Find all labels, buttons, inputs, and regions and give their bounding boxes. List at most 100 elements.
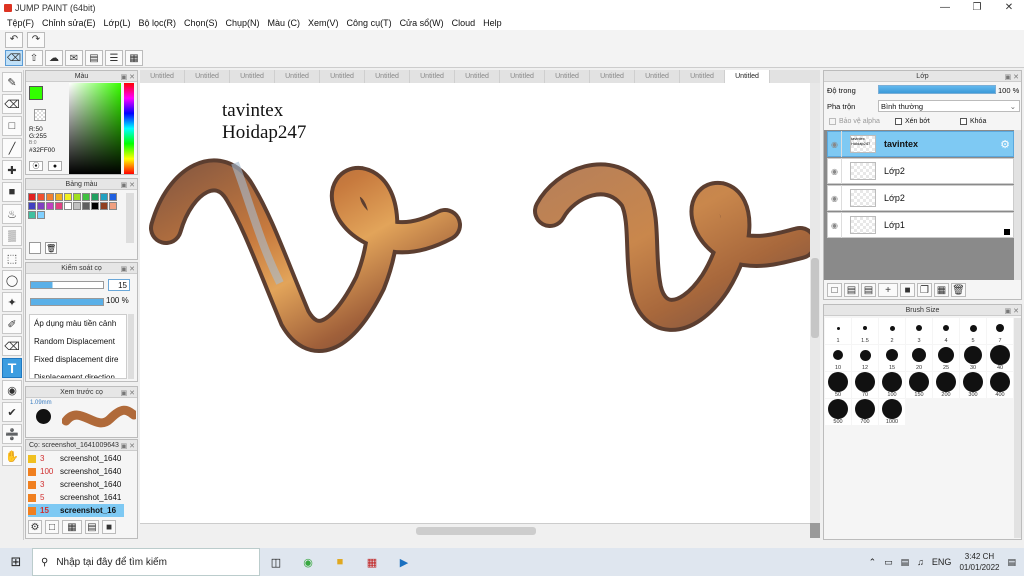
color-swatch[interactable] xyxy=(82,193,90,201)
layer-row[interactable]: ◉ Lớp2 xyxy=(827,158,1014,184)
grid-icon[interactable]: ▦ xyxy=(125,50,143,66)
layer-panel-scrollbar[interactable] xyxy=(1014,130,1021,280)
menu-file[interactable]: Tệp(F) xyxy=(3,18,38,28)
brush-size-option[interactable]: 20 xyxy=(906,345,932,371)
notification-icon[interactable]: ▤ xyxy=(1007,557,1016,568)
panel-buttons-icon[interactable]: ▣ ✕ xyxy=(121,72,135,83)
menu-capture[interactable]: Chụp(N) xyxy=(222,18,264,28)
canvas-horizontal-scrollbar[interactable] xyxy=(140,523,810,538)
color-swatch[interactable] xyxy=(28,193,36,201)
brush-size-option[interactable]: 150 xyxy=(906,372,932,398)
jump-paint-taskbar-icon[interactable]: ▦ xyxy=(356,548,388,576)
menu-help[interactable]: Help xyxy=(479,18,506,28)
folder-icon[interactable]: ■ xyxy=(900,283,915,297)
menu-edit[interactable]: Chỉnh sửa(E) xyxy=(38,18,100,28)
lasso-tool-icon[interactable]: ◯ xyxy=(2,270,22,290)
volume-icon[interactable]: ♫ xyxy=(917,557,924,567)
copy-layer-icon[interactable]: ▤ xyxy=(861,283,876,297)
color-swatch[interactable] xyxy=(28,211,36,219)
delete-swatch-icon[interactable]: 🗑 xyxy=(45,242,57,254)
color-swatch[interactable] xyxy=(82,202,90,210)
eyedropper-icon[interactable]: ⦿ xyxy=(29,161,43,171)
select-rect-tool-icon[interactable]: ⬚ xyxy=(2,248,22,268)
background-color-swatch[interactable] xyxy=(34,109,46,121)
brush-list-item[interactable]: 5 screenshot_1641 xyxy=(28,491,124,504)
tab-untitled[interactable]: Untitled xyxy=(680,70,725,83)
color-swatch[interactable] xyxy=(37,193,45,201)
select-eraser-tool-icon[interactable]: ⌫ xyxy=(2,336,22,356)
brush-settings-icon[interactable]: ⚙ xyxy=(28,520,42,534)
brush-size-option[interactable]: 1 xyxy=(825,318,851,344)
layer-row[interactable]: ◉ Lớp1 xyxy=(827,212,1014,238)
text-tool-icon[interactable]: T xyxy=(2,358,22,378)
panel-buttons-icon[interactable]: ▣ ✕ xyxy=(1005,306,1019,317)
swatch-scrollbar[interactable] xyxy=(126,193,134,243)
line-tool-icon[interactable]: ╱ xyxy=(2,138,22,158)
option-displacement-direction[interactable]: Displacement direction xyxy=(34,369,126,378)
hand-tool-icon[interactable]: ✋ xyxy=(2,446,22,466)
chevron-up-icon[interactable]: ⌃ xyxy=(869,557,877,568)
brush-options-scrollbar[interactable] xyxy=(128,314,134,379)
brush-size-option[interactable]: 5 xyxy=(960,318,986,344)
color-swatch[interactable] xyxy=(37,202,45,210)
color-swatch[interactable] xyxy=(73,202,81,210)
gradient-tool-icon[interactable]: ▒ xyxy=(2,226,22,246)
blend-mode-select[interactable]: Bình thường ⌄ xyxy=(878,100,1020,112)
brush-size-option[interactable]: 700 xyxy=(852,399,878,425)
menu-filter[interactable]: Bộ lọc(R) xyxy=(134,18,180,28)
panel-buttons-icon[interactable]: ▣ ✕ xyxy=(121,264,135,275)
menu-view[interactable]: Xem(V) xyxy=(304,18,343,28)
battery-icon[interactable]: ▭ xyxy=(884,557,893,568)
brush-tool-icon[interactable]: ✔ xyxy=(2,402,22,422)
palette-icon[interactable]: ● xyxy=(48,161,62,171)
share-icon[interactable]: ⇧ xyxy=(25,50,43,66)
brush-size-option[interactable]: 70 xyxy=(852,372,878,398)
visibility-icon[interactable]: ◉ xyxy=(828,131,842,157)
input-language[interactable]: ENG xyxy=(932,557,952,567)
brush-size-option[interactable]: 300 xyxy=(960,372,986,398)
color-swatch[interactable] xyxy=(91,193,99,201)
tab-untitled[interactable]: Untitled xyxy=(275,70,320,83)
undo-icon[interactable]: ↶ xyxy=(5,31,23,48)
tab-untitled[interactable]: Untitled xyxy=(500,70,545,83)
visibility-icon[interactable]: ◉ xyxy=(828,212,842,238)
add-layer-menu-icon[interactable]: + xyxy=(878,283,898,297)
brush-size-slider[interactable] xyxy=(30,281,104,289)
menu-window[interactable]: Cửa sổ(W) xyxy=(396,18,448,28)
new-layer-icon[interactable]: □ xyxy=(827,283,842,297)
menu-layer[interactable]: Lớp(L) xyxy=(100,18,135,28)
protect-alpha-checkbox[interactable]: Bảo vệ alpha xyxy=(829,118,880,125)
brush-file-icon[interactable]: ▤ xyxy=(85,520,99,534)
clip-checkbox[interactable]: Xén bớt xyxy=(895,118,930,125)
brush-list-item[interactable]: 3 screenshot_1640 xyxy=(28,452,124,465)
delete-layer-icon[interactable]: 🗑 xyxy=(951,283,966,297)
tab-untitled[interactable]: Untitled xyxy=(320,70,365,83)
network-icon[interactable]: ▤ xyxy=(901,557,910,568)
tab-untitled[interactable]: Untitled xyxy=(410,70,455,83)
tab-untitled[interactable]: Untitled xyxy=(365,70,410,83)
layer-row[interactable]: ◉ Lớp2 xyxy=(827,185,1014,211)
brush-size-option[interactable]: 2 xyxy=(879,318,905,344)
gear-icon[interactable]: ⚙ xyxy=(1000,138,1010,151)
color-swatch[interactable] xyxy=(37,211,45,219)
maximize-button[interactable]: ❐ xyxy=(962,0,992,15)
tab-untitled[interactable]: Untitled xyxy=(590,70,635,83)
rectangle-tool-icon[interactable]: □ xyxy=(2,116,22,136)
color-swatch[interactable] xyxy=(100,202,108,210)
option-random-displacement[interactable]: Random Displacement xyxy=(34,333,126,351)
saturation-value-picker[interactable] xyxy=(69,83,121,174)
taskbar-clock[interactable]: 3:42 CH 01/01/2022 xyxy=(959,551,999,573)
visibility-icon[interactable]: ◉ xyxy=(828,158,842,184)
brush-size-option[interactable]: 400 xyxy=(987,372,1013,398)
merge-layer-icon[interactable]: ▦ xyxy=(934,283,949,297)
menu-select[interactable]: Chọn(S) xyxy=(180,18,222,28)
foreground-color-swatch[interactable] xyxy=(29,86,43,100)
list-icon[interactable]: ☰ xyxy=(105,50,123,66)
brush-list-item[interactable]: 100 screenshot_1640 xyxy=(28,465,124,478)
color-swatch[interactable] xyxy=(28,202,36,210)
drawing-canvas[interactable]: tavintex Hoidap247 xyxy=(140,83,810,523)
task-view-icon[interactable]: ◫ xyxy=(260,548,292,576)
brush-size-option[interactable]: 40 xyxy=(987,345,1013,371)
brush-opacity-slider[interactable] xyxy=(30,298,104,306)
panel-buttons-icon[interactable]: ▣ ✕ xyxy=(121,180,135,191)
